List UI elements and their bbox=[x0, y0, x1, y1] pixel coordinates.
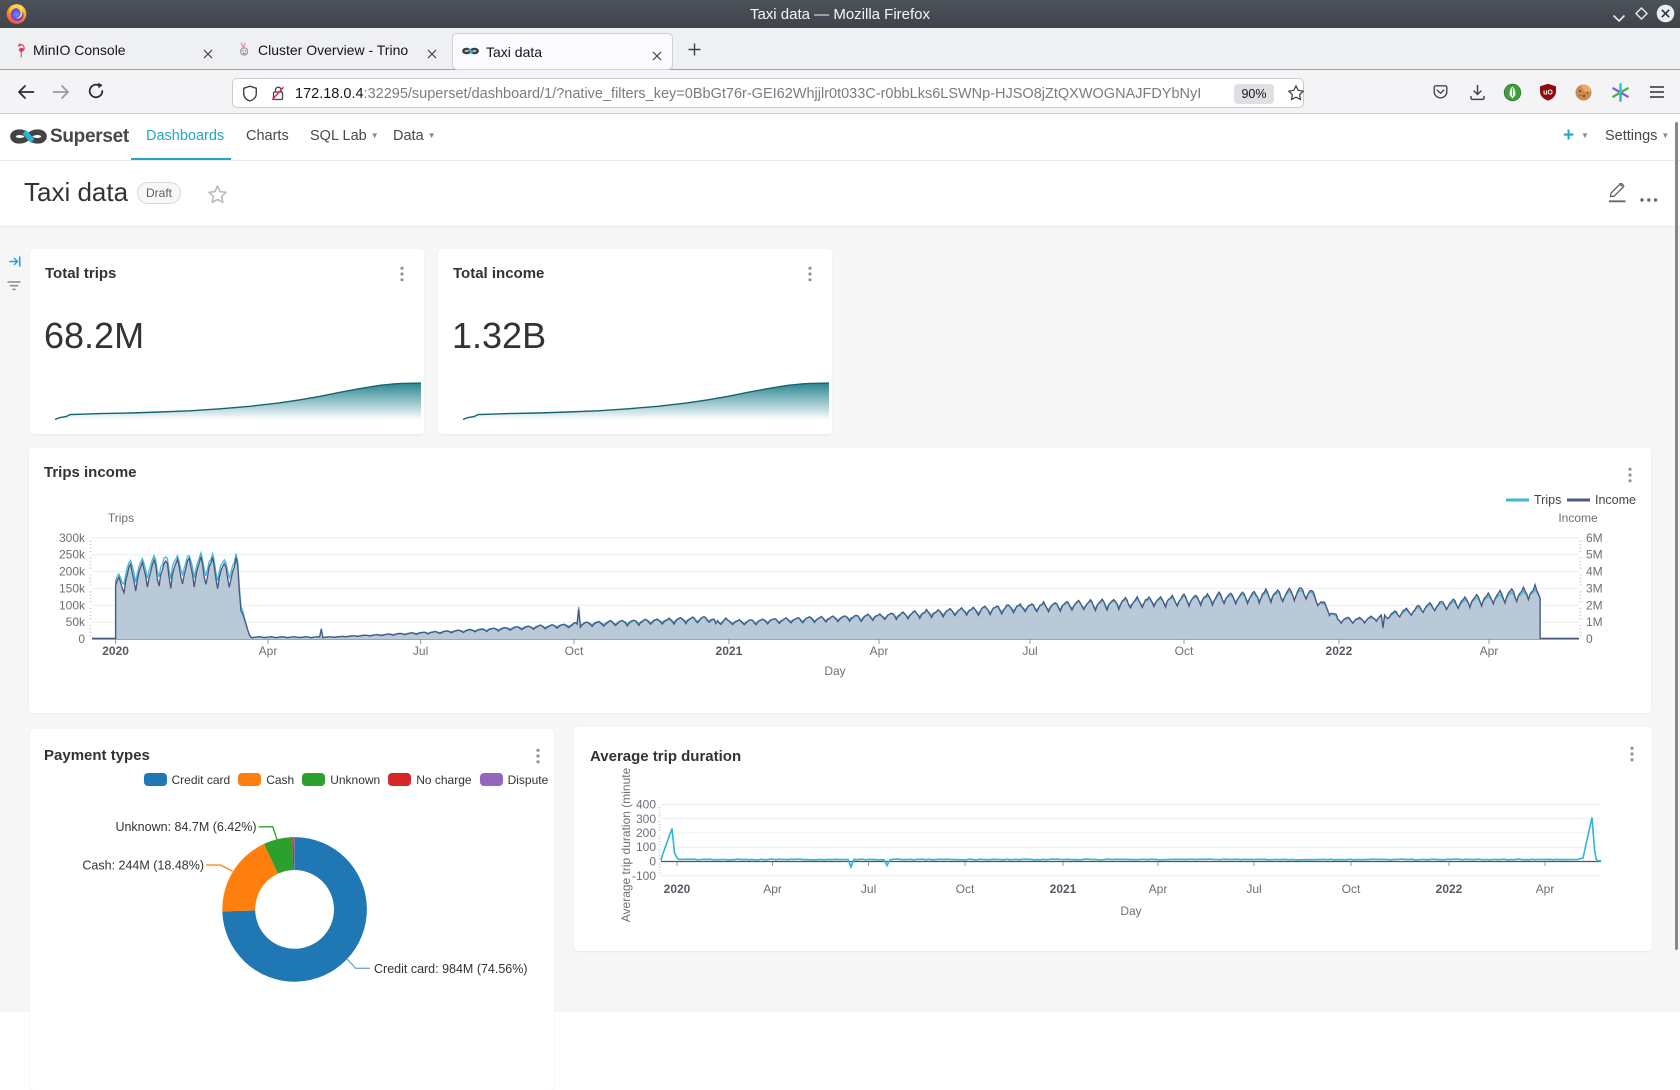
svg-text:Apr: Apr bbox=[259, 644, 278, 658]
svg-text:Credit card: 984M (74.56%): Credit card: 984M (74.56%) bbox=[374, 962, 528, 976]
svg-text:Jul: Jul bbox=[1246, 882, 1261, 896]
svg-text:2021: 2021 bbox=[1050, 882, 1077, 896]
svg-text:250k: 250k bbox=[59, 548, 86, 562]
svg-text:0: 0 bbox=[1586, 632, 1593, 646]
svg-text:3M: 3M bbox=[1586, 581, 1603, 595]
svg-text:Jul: Jul bbox=[1022, 644, 1037, 658]
svg-text:2M: 2M bbox=[1586, 598, 1603, 612]
svg-text:Oct: Oct bbox=[1175, 644, 1194, 658]
svg-text:1M: 1M bbox=[1586, 615, 1603, 629]
svg-text:2022: 2022 bbox=[1436, 882, 1463, 896]
svg-text:Unknown: 84.7M (6.42%): Unknown: 84.7M (6.42%) bbox=[115, 820, 256, 834]
svg-text:300: 300 bbox=[636, 812, 656, 826]
svg-text:Jul: Jul bbox=[413, 644, 428, 658]
svg-text:Oct: Oct bbox=[565, 644, 584, 658]
svg-text:400: 400 bbox=[636, 798, 656, 812]
svg-text:Oct: Oct bbox=[956, 882, 975, 896]
svg-text:100k: 100k bbox=[59, 598, 86, 612]
svg-text:2020: 2020 bbox=[102, 644, 129, 658]
svg-text:6M: 6M bbox=[1586, 531, 1603, 545]
svg-text:5M: 5M bbox=[1586, 548, 1603, 562]
svg-text:Average trip duration (minute: Average trip duration (minute bbox=[619, 767, 633, 922]
svg-text:150k: 150k bbox=[59, 581, 86, 595]
svg-text:200k: 200k bbox=[59, 565, 86, 579]
svg-text:2022: 2022 bbox=[1326, 644, 1353, 658]
svg-text:Cash: 244M (18.48%): Cash: 244M (18.48%) bbox=[82, 859, 204, 873]
svg-text:0: 0 bbox=[649, 855, 656, 869]
svg-text:50k: 50k bbox=[66, 615, 86, 629]
svg-text:uO: uO bbox=[1543, 89, 1553, 96]
svg-text:4M: 4M bbox=[1586, 565, 1603, 579]
svg-text:Day: Day bbox=[1120, 904, 1141, 918]
svg-text:Income: Income bbox=[1558, 511, 1598, 525]
svg-text:Apr: Apr bbox=[763, 882, 782, 896]
svg-text:Trips: Trips bbox=[1534, 493, 1561, 507]
svg-text:2021: 2021 bbox=[716, 644, 743, 658]
svg-text:Apr: Apr bbox=[1149, 882, 1168, 896]
svg-text:100: 100 bbox=[636, 840, 656, 854]
svg-text:Trips: Trips bbox=[108, 511, 134, 525]
svg-text:Apr: Apr bbox=[1480, 644, 1499, 658]
svg-text:Jul: Jul bbox=[861, 882, 876, 896]
svg-text:2020: 2020 bbox=[664, 882, 691, 896]
svg-text:Apr: Apr bbox=[870, 644, 889, 658]
svg-text:200: 200 bbox=[636, 826, 656, 840]
svg-text:-100: -100 bbox=[632, 869, 656, 883]
svg-text:Day: Day bbox=[824, 664, 845, 678]
svg-text:Oct: Oct bbox=[1342, 882, 1361, 896]
svg-text:Income: Income bbox=[1595, 493, 1636, 507]
svg-text:300k: 300k bbox=[59, 531, 86, 545]
svg-text:0: 0 bbox=[78, 632, 85, 646]
svg-text:Apr: Apr bbox=[1536, 882, 1555, 896]
